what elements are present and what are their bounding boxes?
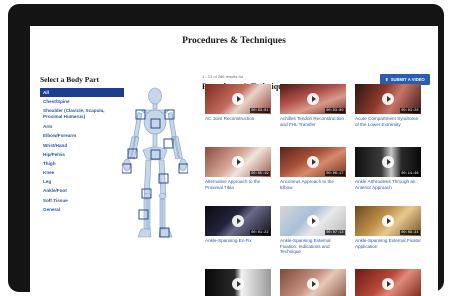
video-duration: 00:06:17 — [324, 171, 345, 176]
video-thumbnail[interactable]: 00:06:17 — [280, 147, 346, 177]
body-part-leg[interactable]: Leg — [40, 177, 124, 186]
video-title-link[interactable]: AC Joint Reconstruction — [205, 116, 271, 122]
video-duration: 00:01:22 — [249, 230, 270, 235]
play-icon[interactable] — [382, 215, 394, 227]
play-icon[interactable] — [382, 93, 394, 105]
video-thumbnail[interactable] — [205, 269, 271, 296]
skeleton-diagram[interactable] — [122, 86, 188, 242]
video-card[interactable] — [205, 269, 271, 296]
video-thumbnail[interactable] — [355, 269, 421, 296]
video-thumbnail[interactable]: 00:03:01 — [205, 84, 271, 114]
video-thumbnail[interactable]: 00:09:34 — [355, 206, 421, 236]
body-part-wrist-hand[interactable]: Wrist/Hand — [40, 141, 124, 150]
body-part-general[interactable]: General — [40, 205, 124, 214]
video-title-link[interactable]: Ankle Arthrodesis Through an Anterior Ap… — [355, 179, 421, 190]
video-card[interactable]: 00:01:22 Ankle-Spanning Ex-Fix — [205, 206, 271, 244]
video-card[interactable]: 00:14:46 Ankle Arthrodesis Through an An… — [355, 147, 421, 190]
body-part-heading: Select a Body Part — [40, 75, 99, 84]
video-duration: 00:03:00 — [324, 108, 345, 113]
video-title-link[interactable]: Anconeus Approach to the Elbow — [280, 179, 346, 190]
video-duration: 00:07:13 — [324, 230, 345, 235]
play-icon[interactable] — [232, 93, 244, 105]
play-icon[interactable] — [307, 156, 319, 168]
video-duration: 00:09:34 — [399, 230, 420, 235]
video-thumbnail[interactable]: 00:01:22 — [205, 206, 271, 236]
body-part-elbow-forearm[interactable]: Elbow/Forearm — [40, 131, 124, 140]
body-part-thigh[interactable]: Thigh — [40, 159, 124, 168]
device-frame: Procedures & Techniques Select a Body Pa… — [8, 4, 444, 296]
video-title-link[interactable]: Acute Compartment Syndrome of the Lower … — [355, 116, 421, 127]
play-icon[interactable] — [307, 215, 319, 227]
video-duration: 00:03:26 — [399, 108, 420, 113]
video-title-link[interactable]: Ankle-Spanning External Fixator Applicat… — [355, 238, 421, 249]
body-part-list: All Chest/Spine Shoulder (Clavicle, Scap… — [40, 88, 124, 214]
video-duration: 00:03:01 — [249, 108, 270, 113]
video-thumbnail[interactable]: 00:07:13 — [280, 206, 346, 236]
video-duration: 00:05:19 — [249, 171, 270, 176]
play-icon[interactable] — [232, 156, 244, 168]
video-duration: 00:14:46 — [399, 171, 420, 176]
body-part-soft-tissue[interactable]: Soft Tissue — [40, 196, 124, 205]
video-card[interactable]: 00:06:17 Anconeus Approach to the Elbow — [280, 147, 346, 190]
play-icon[interactable] — [382, 156, 394, 168]
video-thumbnail[interactable] — [280, 269, 346, 296]
body-part-all[interactable]: All — [40, 88, 124, 98]
video-card[interactable]: 00:03:00 Achilles Tendon Reconstruction … — [280, 84, 346, 127]
video-thumbnail[interactable]: 00:03:26 — [355, 84, 421, 114]
video-title-link[interactable]: Ankle-Spanning Ex-Fix — [205, 238, 271, 244]
video-title-link[interactable]: Alternative Approach to the Proximal Tib… — [205, 179, 271, 190]
video-card[interactable]: 00:03:01 AC Joint Reconstruction — [205, 84, 271, 122]
video-thumbnail[interactable]: 00:03:00 — [280, 84, 346, 114]
video-card[interactable]: 00:05:19 Alternative Approach to the Pro… — [205, 147, 271, 190]
body-part-hip-pelvis[interactable]: Hip/Pelvis — [40, 150, 124, 159]
video-title-link[interactable]: Achilles Tendon Reconstruction and FHL T… — [280, 116, 346, 127]
video-card[interactable]: 00:07:13 Ankle-Spanning External Fixatio… — [280, 206, 346, 255]
body-part-chest-spine[interactable]: Chest/Spine — [40, 97, 124, 106]
submit-video-label: SUBMIT A VIDEO — [390, 77, 425, 82]
play-icon[interactable] — [382, 278, 394, 290]
page-title: Procedures & Techniques — [182, 36, 286, 46]
video-thumbnail[interactable]: 00:14:46 — [355, 147, 421, 177]
play-icon[interactable] — [307, 278, 319, 290]
body-part-ankle-foot[interactable]: Ankle/Foot — [40, 186, 124, 195]
play-icon[interactable] — [307, 93, 319, 105]
body-part-shoulder[interactable]: Shoulder (Clavicle, Scapula, Proximal Hu… — [40, 106, 124, 122]
video-card[interactable] — [280, 269, 346, 296]
play-icon[interactable] — [232, 215, 244, 227]
video-thumbnail[interactable]: 00:05:19 — [205, 147, 271, 177]
play-icon[interactable] — [232, 278, 244, 290]
video-title-link[interactable]: Ankle-Spanning External Fixation: Indica… — [280, 238, 346, 255]
video-card[interactable] — [355, 269, 421, 296]
screen: Procedures & Techniques Select a Body Pa… — [30, 26, 438, 296]
video-card[interactable]: 00:09:34 Ankle-Spanning External Fixator… — [355, 206, 421, 249]
body-part-arm[interactable]: Arm — [40, 122, 124, 131]
results-count: 1 - 13 of 286 results for — [202, 74, 244, 79]
video-card[interactable]: 00:03:26 Acute Compartment Syndrome of t… — [355, 84, 421, 127]
body-part-knee[interactable]: Knee — [40, 168, 124, 177]
